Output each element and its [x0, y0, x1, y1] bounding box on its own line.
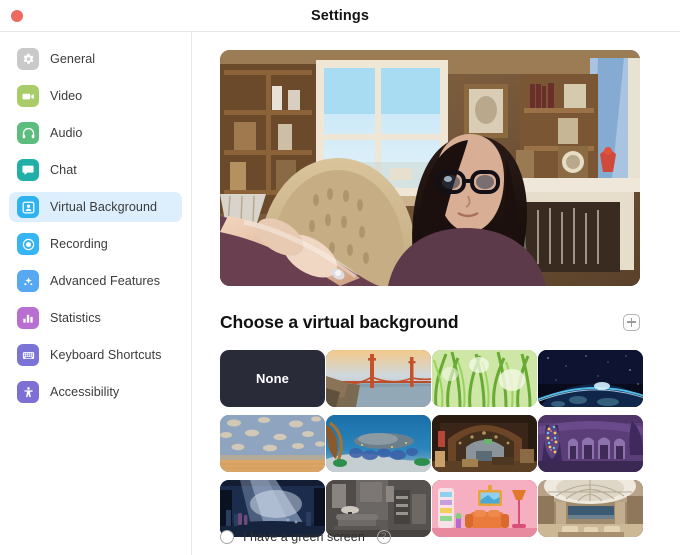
sidebar-item-recording[interactable]: Recording: [9, 229, 182, 259]
green-screen-checkbox[interactable]: [220, 530, 234, 544]
rustic-wooden-barn-interior-image: [432, 415, 537, 472]
background-thumb-reef[interactable]: [326, 415, 431, 472]
background-thumb-light-rays[interactable]: [220, 480, 325, 537]
green-screen-row: I have a green screen ?: [220, 530, 391, 544]
sidebar-item-general[interactable]: General: [9, 44, 182, 74]
sidebar-item-accessibility[interactable]: Accessibility: [9, 377, 182, 407]
video-preview-image: [220, 50, 640, 286]
background-thumb-purple-hall[interactable]: [538, 415, 643, 472]
sparkle-icon: [17, 270, 39, 292]
background-thumb-barn[interactable]: [432, 415, 537, 472]
sidebar-item-label: Keyboard Shortcuts: [50, 348, 162, 362]
sidebar-item-label: Statistics: [50, 311, 101, 325]
background-thumb-lobby[interactable]: [538, 480, 643, 537]
background-thumb-label: None: [256, 371, 289, 386]
window-title: Settings: [311, 7, 369, 24]
green-grass-closeup-image: [432, 350, 537, 407]
modern-grey-living-room-image: [326, 480, 431, 537]
sidebar-item-label: Audio: [50, 126, 83, 140]
window-controls: [11, 9, 23, 22]
sidebar-item-label: Recording: [50, 237, 108, 251]
sidebar-item-virtual-background[interactable]: Virtual Background: [9, 192, 182, 222]
earth-from-space-image: [538, 350, 643, 407]
section-header: Choose a virtual background: [220, 310, 640, 334]
add-background-button[interactable]: [623, 313, 640, 331]
close-button[interactable]: [11, 9, 23, 22]
cloud-wallpaper-room-image: [220, 415, 325, 472]
sidebar-item-label: Advanced Features: [50, 274, 161, 288]
sidebar-item-chat[interactable]: Chat: [9, 155, 182, 185]
video-camera-icon: [17, 85, 39, 107]
settings-sidebar: General Video Audio Chat Virtual Backgro: [0, 32, 192, 555]
sidebar-item-keyboard-shortcuts[interactable]: Keyboard Shortcuts: [9, 340, 182, 370]
green-screen-label: I have a green screen: [243, 530, 365, 544]
sidebar-item-label: General: [50, 52, 96, 66]
sidebar-item-video[interactable]: Video: [9, 81, 182, 111]
background-thumb-earth[interactable]: [538, 350, 643, 407]
headphones-icon: [17, 122, 39, 144]
gear-icon: [17, 48, 39, 70]
background-grid: None: [220, 350, 646, 537]
golden-gate-bridge-sunset-image: [326, 350, 431, 407]
blue-cavern-light-rays-image: [220, 480, 325, 537]
background-thumb-pink-room[interactable]: [432, 480, 537, 537]
background-thumb-clouds[interactable]: [220, 415, 325, 472]
background-thumb-grass[interactable]: [432, 350, 537, 407]
sidebar-item-advanced-features[interactable]: Advanced Features: [9, 266, 182, 296]
accessibility-icon: [17, 381, 39, 403]
record-circle-icon: [17, 233, 39, 255]
sidebar-item-label: Chat: [50, 163, 77, 177]
underwater-coral-reef-image: [326, 415, 431, 472]
sidebar-item-label: Video: [50, 89, 83, 103]
page-title: Choose a virtual background: [220, 311, 459, 332]
settings-body: General Video Audio Chat Virtual Backgro: [0, 32, 680, 555]
sidebar-item-statistics[interactable]: Statistics: [9, 303, 182, 333]
background-thumb-none[interactable]: None: [220, 350, 325, 407]
sidebar-item-label: Accessibility: [50, 385, 120, 399]
video-preview[interactable]: [220, 50, 640, 286]
sidebar-item-label: Virtual Background: [50, 200, 158, 214]
help-icon[interactable]: ?: [376, 530, 391, 544]
person-frame-icon: [17, 196, 39, 218]
virtual-background-panel: Choose a virtual background None I have …: [192, 32, 680, 555]
sidebar-item-audio[interactable]: Audio: [9, 118, 182, 148]
hotel-lobby-domed-ceiling-image: [538, 480, 643, 537]
purple-animated-hall-image: [538, 415, 643, 472]
chat-bubble-icon: [17, 159, 39, 181]
keyboard-icon: [17, 344, 39, 366]
background-thumb-bridge[interactable]: [326, 350, 431, 407]
pink-cartoon-living-room-image: [432, 480, 537, 537]
window-titlebar: Settings: [0, 0, 680, 32]
background-thumb-livingroom[interactable]: [326, 480, 431, 537]
bar-chart-icon: [17, 307, 39, 329]
